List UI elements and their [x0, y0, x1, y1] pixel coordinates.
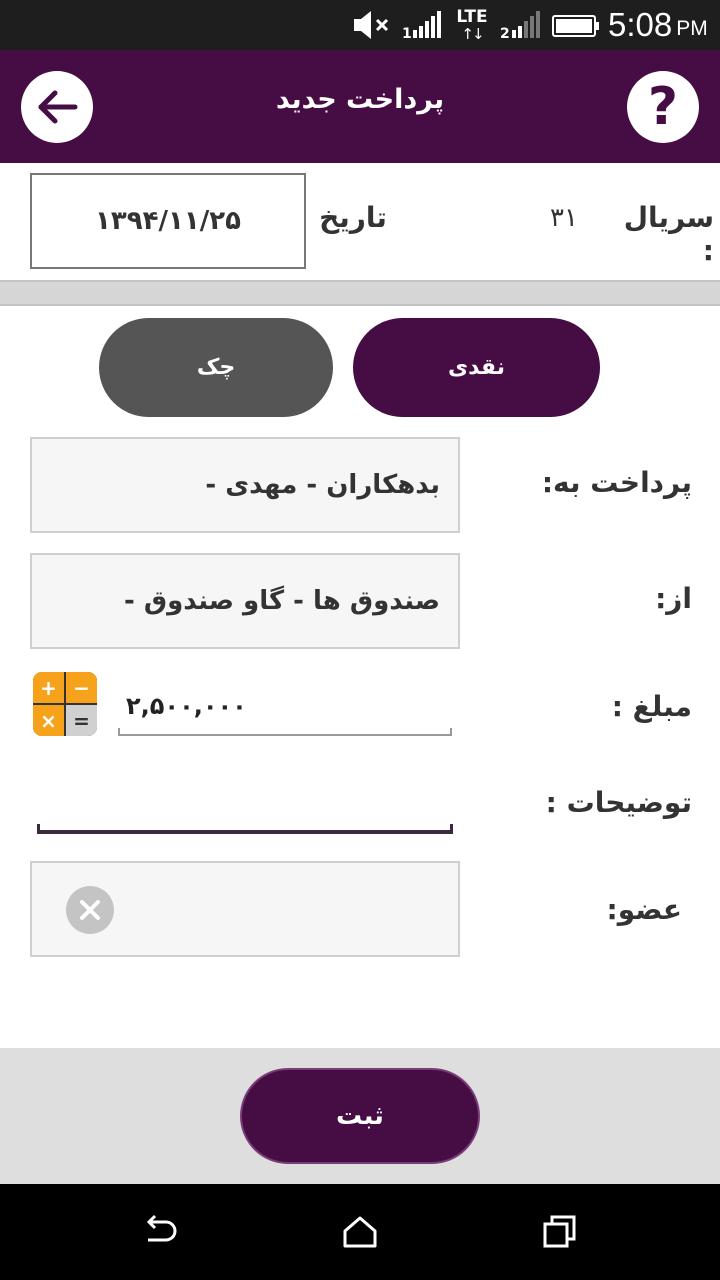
question-mark-icon: ?	[647, 77, 679, 137]
clock-time: 5:08	[608, 6, 673, 43]
status-bar: 1 LTE ↑↓ 2 5:08 PM	[0, 0, 720, 50]
nav-back-icon[interactable]	[136, 1208, 184, 1256]
from-label: از:	[655, 582, 692, 615]
date-label: تاریخ	[319, 201, 387, 234]
pay-to-field[interactable]: بدهکاران - مهدی -	[30, 437, 460, 533]
clock-ampm: PM	[676, 17, 708, 40]
app-bar: پرداخت جدید ?	[0, 50, 720, 163]
calc-times-key: ×	[33, 705, 64, 736]
amount-label: مبلغ :	[611, 690, 692, 723]
nav-home-icon[interactable]	[336, 1208, 384, 1256]
nav-recent-apps-icon[interactable]	[536, 1208, 584, 1256]
data-arrows-icon: ↑↓	[461, 24, 484, 43]
description-input[interactable]	[37, 792, 453, 834]
calculator-icon[interactable]: + − × =	[33, 672, 97, 736]
header-row: ۱۳۹۴/۱۱/۲۵ تاریخ ۳۱ سریال :	[0, 163, 720, 280]
help-button[interactable]: ?	[627, 71, 699, 143]
signal-sim1-icon: 1	[402, 0, 444, 50]
member-label: عضو:	[606, 893, 682, 926]
network-type-label: LTE	[456, 6, 488, 27]
from-field[interactable]: صندوق ها - گاو صندوق -	[30, 553, 460, 649]
submit-button[interactable]: ثبت	[240, 1068, 480, 1164]
page-title: پرداخت جدید	[275, 84, 445, 115]
sim2-label: 2	[500, 26, 510, 40]
section-divider	[0, 280, 720, 306]
pay-to-label: پرداخت به:	[541, 466, 692, 499]
navigation-bar	[0, 1184, 720, 1280]
serial-value: ۳۱	[550, 203, 578, 233]
status-time: 5:08 PM	[608, 0, 718, 50]
lte-data-icon: LTE ↑↓	[452, 0, 492, 50]
date-field[interactable]: ۱۳۹۴/۱۱/۲۵	[30, 173, 306, 269]
calc-minus-key: −	[66, 672, 97, 703]
amount-input[interactable]: ۲,۵۰۰,۰۰۰	[118, 680, 452, 736]
serial-label: سریال :	[623, 201, 714, 267]
arrow-left-icon	[38, 90, 78, 124]
calc-plus-key: +	[33, 672, 64, 703]
description-label: توضیحات :	[545, 786, 692, 819]
back-button[interactable]	[21, 71, 93, 143]
battery-icon	[552, 0, 600, 50]
payment-type-cash-button[interactable]: نقدی	[353, 318, 600, 417]
signal-sim2-icon: 2	[500, 0, 544, 50]
payment-type-check-button[interactable]: چک	[99, 318, 333, 417]
calc-equals-key: =	[66, 705, 97, 736]
clear-icon[interactable]	[66, 886, 114, 934]
mute-icon	[352, 0, 396, 50]
sim1-label: 1	[402, 26, 412, 40]
